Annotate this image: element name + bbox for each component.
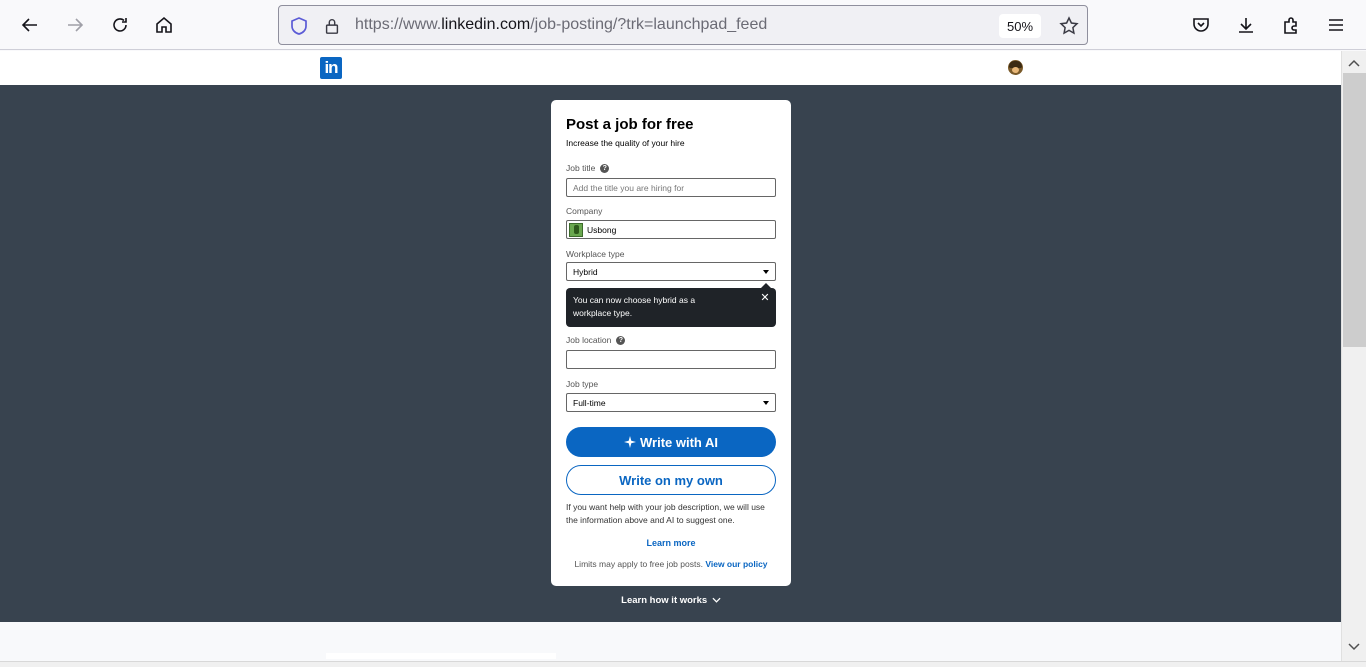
- chevron-down-icon: [712, 597, 721, 603]
- dropdown-arrow-icon: [763, 401, 769, 405]
- learn-how-it-works-toggle[interactable]: Learn how it works: [551, 595, 791, 606]
- avatar-face: [1012, 67, 1019, 73]
- url-text[interactable]: https://www.linkedin.com/job-posting/?tr…: [355, 16, 767, 34]
- page-footer-band: [0, 622, 1341, 661]
- job-location-label: Job location ?: [566, 335, 626, 345]
- forward-arrow-icon[interactable]: [60, 10, 90, 40]
- job-location-label-text: Job location: [566, 335, 612, 345]
- help-question-icon[interactable]: ?: [616, 335, 626, 345]
- page-viewport: in Post a job for free Increase the qual…: [0, 51, 1341, 661]
- scroll-up-arrow-icon[interactable]: [1348, 57, 1360, 69]
- workplace-type-label: Workplace type: [566, 249, 625, 259]
- home-icon[interactable]: [149, 10, 179, 40]
- job-type-select[interactable]: Full-time: [566, 393, 776, 412]
- browser-toolbar: https://www.linkedin.com/job-posting/?tr…: [0, 0, 1366, 50]
- linkedin-header: in: [0, 51, 1341, 85]
- policy-note: Limits may apply to free job posts. View…: [551, 559, 791, 569]
- workplace-type-select[interactable]: Hybrid: [566, 262, 776, 281]
- company-label: Company: [566, 206, 603, 216]
- view-policy-link[interactable]: View our policy: [705, 559, 767, 569]
- download-icon[interactable]: [1231, 10, 1261, 40]
- footer-strip: [326, 653, 556, 659]
- vertical-scrollbar[interactable]: [1341, 51, 1366, 661]
- job-title-label-text: Job title: [566, 163, 596, 173]
- job-type-value: Full-time: [573, 397, 606, 408]
- url-domain: linkedin.com: [441, 16, 531, 33]
- job-location-field[interactable]: [566, 350, 776, 369]
- company-value: Usbong: [587, 224, 617, 235]
- ai-help-text: If you want help with your job descripti…: [566, 502, 765, 525]
- company-logo-icon: [569, 222, 583, 237]
- menu-hamburger-icon[interactable]: [1321, 10, 1351, 40]
- job-title-input[interactable]: [573, 182, 769, 193]
- pocket-icon[interactable]: [1186, 10, 1216, 40]
- help-question-icon[interactable]: ?: [600, 163, 610, 173]
- zoom-level-badge[interactable]: 50%: [999, 14, 1041, 38]
- extensions-icon[interactable]: [1276, 10, 1306, 40]
- job-title-field[interactable]: [566, 178, 776, 197]
- reload-icon[interactable]: [105, 10, 135, 40]
- back-arrow-icon[interactable]: [15, 10, 45, 40]
- page-subtitle: Increase the quality of your hire: [566, 138, 685, 148]
- workplace-type-value: Hybrid: [573, 266, 598, 277]
- scrollbar-thumb[interactable]: [1343, 73, 1366, 347]
- job-location-input[interactable]: [573, 354, 769, 365]
- job-title-label: Job title ?: [566, 163, 610, 173]
- tooltip-text: You can now choose hybrid as a workplace…: [573, 295, 696, 318]
- learn-more-link[interactable]: Learn more: [551, 538, 791, 548]
- sparkle-icon: [624, 436, 636, 448]
- lock-icon[interactable]: [321, 15, 343, 37]
- post-job-card: Post a job for free Increase the quality…: [551, 100, 791, 586]
- page-title: Post a job for free: [566, 116, 694, 133]
- window-bottom-edge: [0, 661, 1366, 667]
- tracking-shield-icon[interactable]: [288, 15, 310, 37]
- dropdown-arrow-icon: [763, 270, 769, 274]
- avatar[interactable]: [1008, 60, 1023, 75]
- bookmark-star-icon[interactable]: [1057, 14, 1081, 38]
- url-path: /job-posting/?trk=launchpad_feed: [530, 16, 768, 33]
- company-field[interactable]: Usbong: [566, 220, 776, 239]
- learn-how-label: Learn how it works: [621, 595, 708, 606]
- write-with-ai-label: Write with AI: [640, 434, 718, 450]
- scroll-down-arrow-icon[interactable]: [1348, 641, 1360, 653]
- hybrid-tooltip: You can now choose hybrid as a workplace…: [566, 283, 776, 327]
- write-with-ai-button[interactable]: Write with AI: [566, 427, 776, 457]
- linkedin-logo[interactable]: in: [320, 57, 342, 79]
- write-on-my-own-button[interactable]: Write on my own: [566, 465, 776, 495]
- close-icon[interactable]: ✕: [760, 292, 770, 304]
- url-prefix: https://www.: [355, 16, 442, 33]
- url-bar[interactable]: https://www.linkedin.com/job-posting/?tr…: [278, 5, 1088, 45]
- job-type-label: Job type: [566, 379, 599, 389]
- policy-text: Limits may apply to free job posts.: [574, 559, 703, 569]
